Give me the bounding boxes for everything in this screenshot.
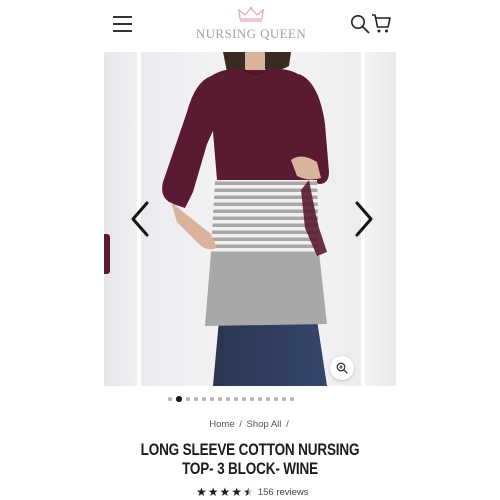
carousel-pagination bbox=[168, 395, 294, 403]
pagination-dot[interactable] bbox=[274, 397, 278, 401]
star-icon: ★ bbox=[207, 485, 219, 499]
product-title: LONG SLEEVE COTTON NURSING TOP- 3 BLOCK-… bbox=[140, 441, 360, 478]
chevron-left-icon[interactable] bbox=[126, 199, 154, 239]
pagination-dot-active[interactable] bbox=[176, 396, 182, 402]
review-count-link[interactable]: 156 reviews bbox=[258, 487, 309, 498]
pagination-dot[interactable] bbox=[168, 397, 172, 401]
product-rating[interactable]: ★ ★ ★ ★ ★ 156 reviews bbox=[196, 485, 309, 499]
star-icon: ★ bbox=[231, 485, 243, 499]
site-header: NURSING QUEEN bbox=[0, 0, 500, 52]
chevron-right-icon[interactable] bbox=[350, 199, 378, 239]
pagination-dot[interactable] bbox=[290, 397, 294, 401]
pagination-dot[interactable] bbox=[242, 397, 246, 401]
breadcrumb-separator: / bbox=[286, 419, 289, 430]
pagination-dot[interactable] bbox=[226, 397, 230, 401]
breadcrumb: Home / Shop All / bbox=[0, 419, 500, 430]
pagination-dot[interactable] bbox=[258, 397, 262, 401]
pagination-dot[interactable] bbox=[186, 397, 190, 401]
pagination-dot[interactable] bbox=[194, 397, 198, 401]
breadcrumb-shop-all-link[interactable]: Shop All bbox=[247, 419, 282, 430]
half-star-icon: ★ bbox=[243, 485, 254, 499]
hamburger-menu-icon[interactable] bbox=[113, 16, 132, 32]
pagination-dot[interactable] bbox=[202, 397, 206, 401]
star-icon: ★ bbox=[196, 485, 207, 499]
pagination-dot[interactable] bbox=[266, 397, 270, 401]
product-image[interactable] bbox=[141, 52, 361, 386]
pagination-dot[interactable] bbox=[210, 397, 214, 401]
pagination-dot[interactable] bbox=[282, 397, 286, 401]
pagination-dot[interactable] bbox=[234, 397, 238, 401]
breadcrumb-separator: / bbox=[239, 419, 242, 430]
star-rating: ★ ★ ★ ★ ★ bbox=[196, 486, 254, 498]
pagination-dot[interactable] bbox=[218, 397, 222, 401]
crown-icon bbox=[238, 6, 264, 22]
zoom-icon[interactable] bbox=[330, 356, 354, 380]
site-logo[interactable]: NURSING QUEEN bbox=[190, 6, 312, 46]
star-icon: ★ bbox=[219, 485, 231, 499]
pagination-dot[interactable] bbox=[250, 397, 254, 401]
shopping-cart-icon[interactable] bbox=[371, 13, 391, 34]
breadcrumb-home-link[interactable]: Home bbox=[209, 419, 234, 430]
search-icon[interactable] bbox=[350, 14, 370, 34]
logo-text: NURSING QUEEN bbox=[195, 26, 307, 41]
